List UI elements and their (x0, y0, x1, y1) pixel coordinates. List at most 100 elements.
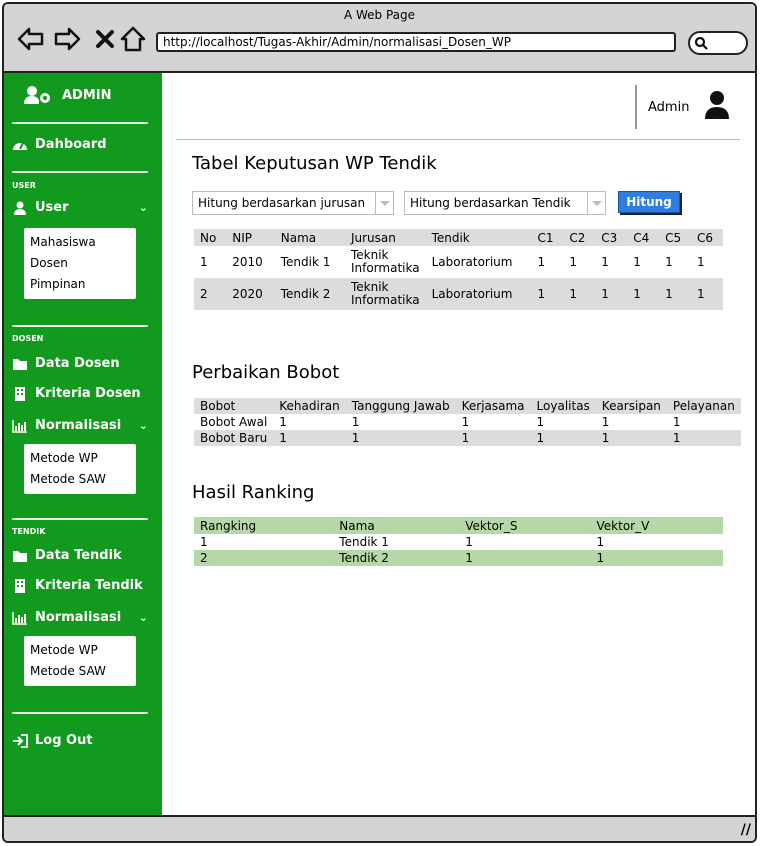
column-header: Kehadiran (273, 398, 346, 414)
header-divider (176, 139, 740, 140)
column-header: NIP (226, 229, 275, 246)
status-bar: // (4, 815, 755, 841)
chevron-down-icon (375, 192, 393, 214)
table-cell: Tendik 2 (274, 278, 345, 310)
divider (12, 171, 148, 173)
table-cell: 2 (194, 278, 227, 310)
submenu-item-pimpinan[interactable]: Pimpinan (30, 274, 130, 295)
section-label-tendik: TENDIK (12, 527, 46, 536)
sidebar-item-kriteria-tendik[interactable]: Kriteria Tendik (12, 578, 148, 593)
column-header: Nama (274, 229, 345, 246)
sidebar-item-label: Normalisasi (35, 418, 122, 433)
table-row: 2 2020 Tendik 2 Teknik Informatika Labor… (194, 278, 723, 310)
user-submenu: Mahasiswa Dosen Pimpinan (24, 228, 136, 299)
table-cell: 1 (659, 278, 692, 310)
table-cell: Laboratorium (425, 278, 532, 310)
column-header: Bobot (194, 398, 274, 414)
column-header: Kerjasama (455, 398, 531, 414)
table-cell: 1 (537, 254, 546, 269)
table-cell: 1 (595, 430, 667, 446)
sidebar-item-data-dosen[interactable]: Data Dosen (12, 356, 148, 371)
table-row: Bobot Awal 1 1 1 1 1 1 (194, 414, 741, 430)
sidebar-item-user[interactable]: User ⌄ (12, 200, 148, 215)
tendik-select-value: Hitung berdasarkan Tendik (410, 196, 571, 210)
table-cell: 1 (596, 535, 605, 549)
sidebar-item-label: User (35, 200, 69, 215)
column-header: C4 (627, 229, 660, 246)
table-cell: 1 (665, 254, 673, 269)
table-cell: 1 (590, 550, 723, 566)
table-cell: 1 (531, 278, 564, 310)
table-cell: Teknik Informatika (350, 248, 420, 275)
sidebar-item-label: Kriteria Dosen (35, 386, 141, 401)
column-header: C2 (563, 229, 596, 246)
current-user-name[interactable]: Admin (648, 100, 689, 115)
section-title-ranking: Hasil Ranking (192, 482, 315, 503)
stop-icon[interactable] (90, 24, 120, 54)
table-cell: 1 (697, 254, 705, 269)
address-bar[interactable]: http://localhost/Tugas-Akhir/Admin/norma… (156, 32, 676, 52)
sidebar-item-data-tendik[interactable]: Data Tendik (12, 548, 148, 563)
sidebar-item-normalisasi-dosen[interactable]: Normalisasi ⌄ (12, 418, 148, 433)
table-cell: 2020 (226, 278, 275, 310)
hitung-button[interactable]: Hitung (618, 191, 680, 213)
user-avatar-icon[interactable] (704, 90, 730, 120)
table-header-row: No NIP Nama Jurusan Tendik C1 C2 C3 C4 C… (194, 229, 723, 246)
sign-out-icon (13, 733, 28, 748)
folder-icon (13, 358, 27, 370)
jurusan-select[interactable]: Hitung berdasarkan jurusan (192, 191, 394, 215)
submenu-item-dosen[interactable]: Dosen (30, 253, 130, 274)
sidebar-title: ADMIN (62, 87, 112, 103)
table-row: 1 Tendik 1 1 1 (194, 534, 723, 550)
column-header: C5 (659, 229, 692, 246)
table-cell: Tendik 1 (339, 535, 389, 549)
sidebar-item-label: Normalisasi (35, 610, 122, 625)
building-icon (15, 386, 25, 401)
table-cell: Laboratorium (431, 254, 513, 269)
table-row: 2 Tendik 2 1 1 (194, 550, 723, 566)
users-cog-icon (24, 86, 50, 104)
jurusan-select-value: Hitung berdasarkan jurusan (198, 196, 366, 210)
submenu-item-metode-wp[interactable]: Metode WP (30, 448, 130, 469)
bar-chart-icon (12, 419, 27, 433)
section-label-dosen: DOSEN (12, 334, 44, 343)
main-content: Admin Tabel Keputusan WP Tendik Hitung b… (162, 73, 755, 817)
divider (12, 122, 148, 124)
table-cell: Bobot Awal (200, 415, 268, 429)
resize-handle-icon[interactable]: // (741, 822, 751, 838)
column-header: C6 (691, 229, 723, 246)
divider (12, 325, 148, 327)
column-header: Nama (333, 517, 460, 534)
forward-icon[interactable] (52, 24, 82, 54)
column-header: Vektor_V (590, 517, 723, 534)
bobot-table: Bobot Kehadiran Tanggung Jawab Kerjasama… (194, 398, 741, 446)
table-cell: Teknik Informatika (344, 278, 426, 310)
sidebar-item-dashboard[interactable]: Dahboard (12, 137, 148, 152)
table-cell: 1 (633, 254, 641, 269)
sidebar-item-logout[interactable]: Log Out (12, 733, 148, 748)
submenu-item-metode-wp[interactable]: Metode WP (30, 640, 130, 661)
table-cell: Bobot Baru (194, 430, 274, 446)
home-icon[interactable] (118, 24, 148, 54)
sidebar-item-normalisasi-tendik[interactable]: Normalisasi ⌄ (12, 610, 148, 625)
table-cell: 1 (601, 254, 609, 269)
table-cell: 2010 (232, 254, 263, 269)
submenu-item-metode-saw[interactable]: Metode SAW (30, 469, 130, 490)
browser-search-button[interactable] (688, 31, 748, 55)
column-header: Tanggung Jawab (345, 398, 456, 414)
submenu-item-metode-saw[interactable]: Metode SAW (30, 661, 130, 682)
sidebar-item-kriteria-dosen[interactable]: Kriteria Dosen (12, 386, 148, 401)
table-cell: 1 (273, 430, 346, 446)
column-header: Rangking (194, 517, 334, 534)
sidebar-header: ADMIN (24, 85, 112, 105)
ranking-table: Rangking Nama Vektor_S Vektor_V 1 Tendik… (194, 517, 723, 566)
table-cell: 1 (200, 535, 208, 549)
table-row: 1 2010 Tendik 1 Teknik Informatika Labor… (194, 246, 723, 278)
table-cell: 1 (595, 278, 628, 310)
sidebar-item-label: Data Tendik (35, 548, 122, 563)
table-cell: 1 (461, 415, 470, 429)
tendik-select[interactable]: Hitung berdasarkan Tendik (404, 191, 606, 215)
submenu-item-mahasiswa[interactable]: Mahasiswa (30, 232, 130, 253)
back-icon[interactable] (16, 24, 46, 54)
browser-toolbar: A Web Page http://localhost/Tugas-Akhir/… (4, 4, 755, 73)
